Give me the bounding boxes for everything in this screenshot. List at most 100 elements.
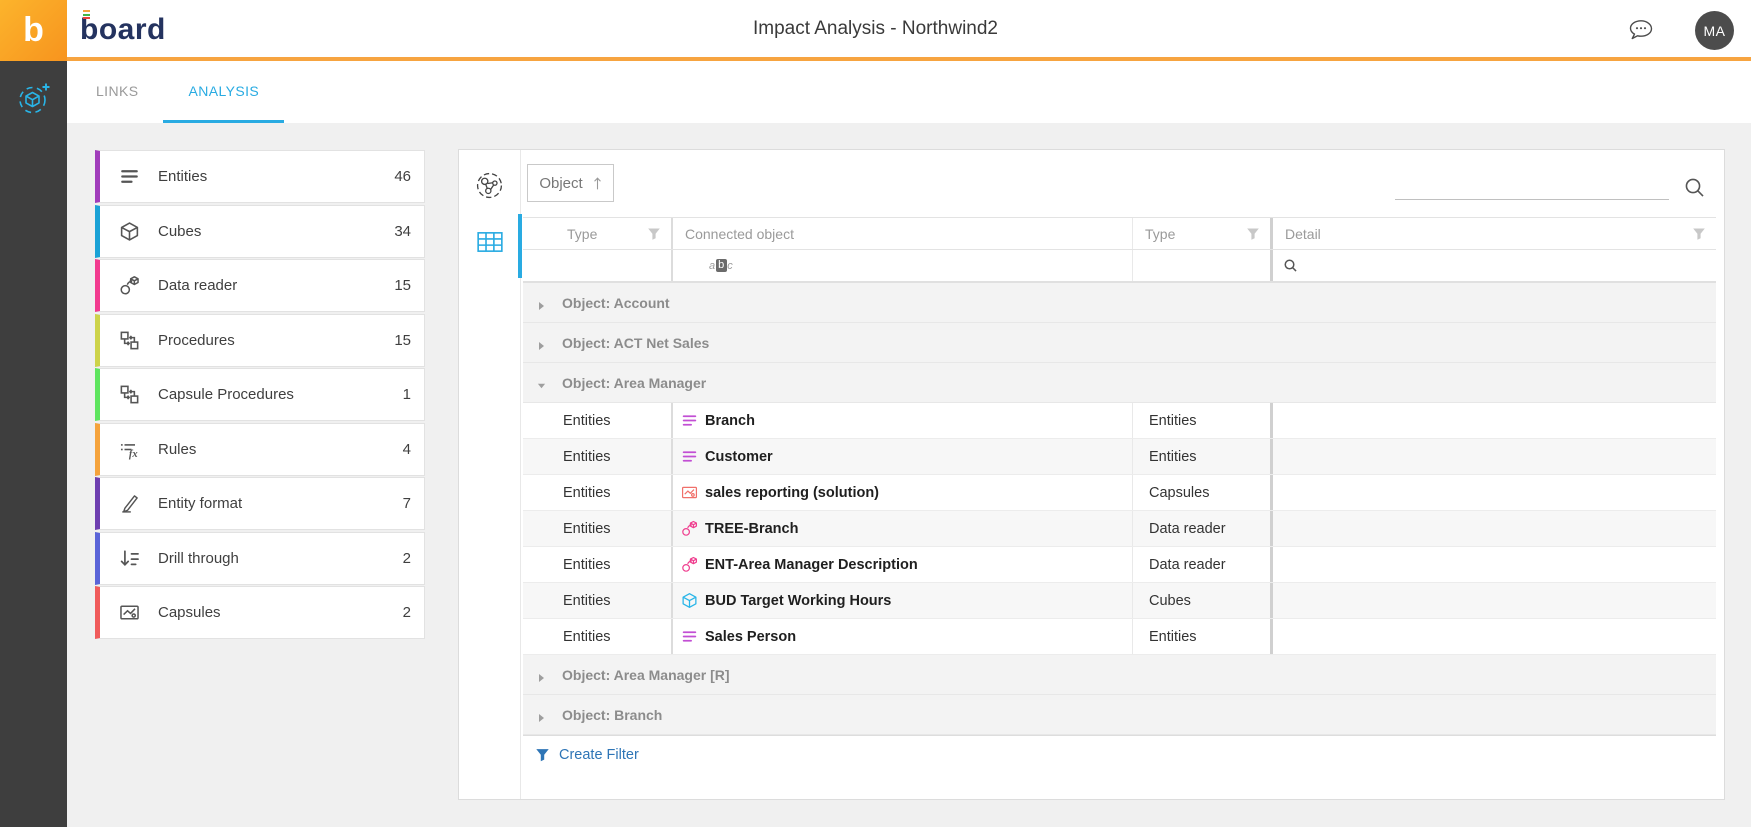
cell-object-type: Entities [1133, 439, 1273, 474]
active-view-indicator [518, 214, 522, 278]
connected-object-name: sales reporting (solution) [705, 485, 879, 501]
category-label: Drill through [158, 550, 239, 567]
cell-connected-object: sales reporting (solution) [673, 475, 1133, 510]
filter-funnel-icon[interactable] [647, 227, 661, 241]
table-body: Object: AccountObject: ACT Net SalesObje… [523, 283, 1716, 735]
cell-object-type: Data reader [1133, 511, 1273, 546]
chat-bubble-icon[interactable] [1627, 16, 1655, 44]
cell-type: Entities [523, 403, 673, 438]
tab-analysis[interactable]: ANALYSIS [163, 61, 284, 123]
cell-connected-object: ENT-Area Manager Description [673, 547, 1133, 582]
connected-object-name: Sales Person [705, 629, 796, 645]
table-row[interactable]: EntitiesBranchEntities [523, 403, 1716, 439]
caret-right-icon[interactable] [537, 298, 546, 308]
analysis-table-area: Object Type Connected object [521, 150, 1724, 799]
category-item-capsule-procedures[interactable]: Capsule Procedures1 [95, 368, 425, 421]
cell-connected-object: TREE-Branch [673, 511, 1133, 546]
column-header-detail[interactable]: Detail [1273, 218, 1716, 249]
column-header-connected-object[interactable]: Connected object [673, 218, 1133, 249]
cell-object-type: Data reader [1133, 547, 1273, 582]
caret-down-icon[interactable] [537, 378, 546, 388]
tab-links[interactable]: LINKS [71, 61, 163, 123]
cube-add-icon[interactable] [16, 81, 52, 117]
column-header-type-2[interactable]: Type [1133, 218, 1273, 249]
app-logo[interactable]: b [0, 0, 67, 61]
category-item-procedures[interactable]: Procedures 15 [95, 314, 425, 367]
table-row[interactable]: Entitiessales reporting (solution)Capsul… [523, 475, 1716, 511]
filter-cell-connected-object[interactable]: abc [673, 250, 1133, 281]
category-label: Capsule Procedures [158, 386, 294, 403]
caret-right-icon[interactable] [537, 710, 546, 720]
create-filter-button[interactable]: Create Filter [523, 735, 1716, 773]
category-item-drill-through[interactable]: Drill through2 [95, 532, 425, 585]
category-label: Cubes [158, 223, 201, 240]
table-filter-row: abc [523, 250, 1716, 283]
procedure-icon [119, 330, 140, 351]
connected-object-name: Customer [705, 449, 773, 465]
category-label: Entities [158, 168, 207, 185]
category-item-entity-format[interactable]: Entity format7 [95, 477, 425, 530]
table-row[interactable]: EntitiesBUD Target Working HoursCubes [523, 583, 1716, 619]
cell-detail [1273, 475, 1716, 510]
group-row[interactable]: Object: Area Manager [523, 363, 1716, 403]
text-filter-abc-icon: abc [709, 259, 733, 272]
cell-object-type: Cubes [1133, 583, 1273, 618]
grid-view-icon[interactable] [476, 228, 504, 256]
group-label: Object: Account [562, 295, 670, 311]
table-row[interactable]: EntitiesSales PersonEntities [523, 619, 1716, 655]
entity-lines-icon [681, 412, 698, 429]
table-toolbar: Object [523, 150, 1716, 217]
category-count: 46 [394, 168, 411, 185]
category-item-cubes[interactable]: Cubes34 [95, 205, 425, 258]
avatar[interactable]: MA [1695, 11, 1734, 50]
category-count: 2 [403, 604, 411, 621]
category-item-entities[interactable]: Entities 46 [95, 150, 425, 203]
search-icon[interactable] [1683, 176, 1706, 199]
brand-ticks-decoration [83, 10, 90, 19]
create-filter-label: Create Filter [559, 747, 639, 763]
app-root: b board Impact Analysis - Northwind2 MA … [0, 0, 1751, 827]
cell-detail [1273, 439, 1716, 474]
table-row[interactable]: EntitiesENT-Area Manager DescriptionData… [523, 547, 1716, 583]
group-row[interactable]: Object: Branch [523, 695, 1716, 735]
table-row[interactable]: EntitiesTREE-BranchData reader [523, 511, 1716, 547]
rules-icon: fx [119, 439, 140, 460]
cell-connected-object: Branch [673, 403, 1133, 438]
category-label: Procedures [158, 332, 235, 349]
search-filter-icon [1283, 258, 1298, 273]
category-item-rules[interactable]: fxRules4 [95, 423, 425, 476]
network-view-icon[interactable] [474, 170, 505, 201]
category-count: 15 [394, 332, 411, 349]
content-area: Entities46Cubes34Data reader15Procedures… [67, 123, 1751, 827]
filter-cell-type-2[interactable] [1133, 250, 1273, 281]
procedure-icon [119, 384, 140, 405]
group-row[interactable]: Object: ACT Net Sales [523, 323, 1716, 363]
category-item-data-reader[interactable]: Data reader15 [95, 259, 425, 312]
table-row[interactable]: Entities Customer Entities [523, 439, 1716, 475]
filter-cell-type[interactable] [523, 250, 673, 281]
caret-right-icon[interactable] [537, 670, 546, 680]
tab-bar: LINKS ANALYSIS [67, 61, 1751, 123]
group-row[interactable]: Object: Area Manager [R] [523, 655, 1716, 695]
top-header: b board Impact Analysis - Northwind2 MA [0, 0, 1751, 61]
cell-type: Entities [523, 475, 673, 510]
drill-icon [119, 548, 140, 569]
cube-icon [119, 221, 140, 242]
column-header-type[interactable]: Type [523, 218, 673, 249]
cell-type: Entities [523, 439, 673, 474]
cell-detail [1273, 547, 1716, 582]
filter-cell-detail[interactable] [1273, 250, 1716, 281]
group-label: Object: Branch [562, 707, 662, 723]
object-sort-button[interactable]: Object [527, 164, 614, 202]
caret-right-icon[interactable] [537, 338, 546, 348]
connected-object-name: BUD Target Working Hours [705, 593, 891, 609]
group-row[interactable]: Object: Account [523, 283, 1716, 323]
search-input[interactable] [1395, 176, 1669, 200]
pen-icon [119, 493, 140, 514]
sort-ascending-icon [593, 176, 602, 191]
filter-funnel-icon[interactable] [1692, 227, 1706, 241]
left-rail [0, 61, 67, 827]
category-count: 15 [394, 277, 411, 294]
filter-funnel-icon[interactable] [1246, 227, 1260, 241]
category-item-capsules[interactable]: Capsules2 [95, 586, 425, 639]
